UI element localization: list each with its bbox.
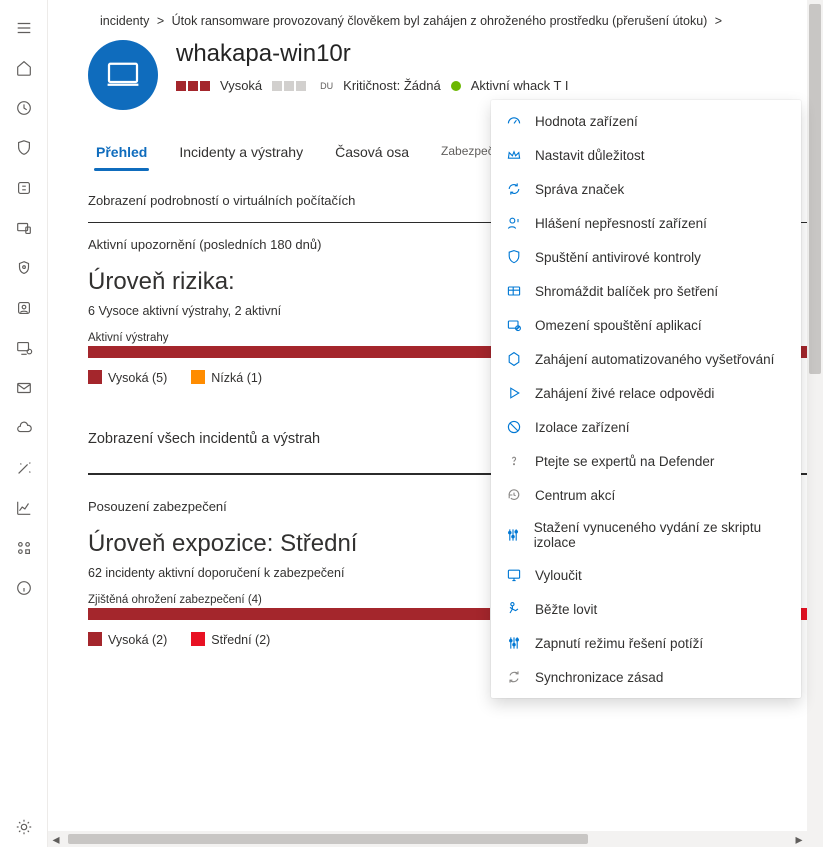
menu-item-label: Shromáždit balíček pro šetření [535, 284, 718, 299]
menu-item[interactable]: Spuštění antivirové kontroly [491, 240, 801, 274]
tab-incidents[interactable]: Incidenty a výstrahy [177, 136, 305, 170]
menu-item[interactable]: Zapnutí režimu řešení potíží [491, 626, 801, 660]
appblock-icon [505, 316, 523, 334]
isolate-icon [505, 418, 523, 436]
menu-item-label: Izolace zařízení [535, 420, 630, 435]
devices-icon[interactable] [0, 208, 48, 248]
sync-icon [505, 668, 523, 686]
menu-item-label: Správa značek [535, 182, 624, 197]
mail-icon[interactable] [0, 368, 48, 408]
menu-item-label: Hlášení nepřesností zařízení [535, 216, 707, 231]
wand-icon[interactable] [0, 448, 48, 488]
endpoint-icon[interactable] [0, 328, 48, 368]
clock-icon[interactable] [0, 88, 48, 128]
menu-item-label: Spuštění antivirové kontroly [535, 250, 701, 265]
menu-item-label: Stažení vynuceného vydání ze skriptu izo… [534, 520, 787, 550]
sliders-icon [505, 634, 523, 652]
menu-item[interactable]: Nastavit důležitost [491, 138, 801, 172]
risk-count: 6 [88, 304, 95, 318]
inventory-icon[interactable] [0, 168, 48, 208]
device-name: whakapa-win10r [176, 40, 351, 68]
run-icon [505, 600, 523, 618]
actions-menu: Hodnota zařízení Nastavit důležitost Správ… [491, 100, 801, 698]
menu-item[interactable]: Zahájení živé relace odpovědi [491, 376, 801, 410]
device-avatar [88, 40, 158, 110]
gear-icon[interactable] [0, 807, 48, 847]
menu-item[interactable]: Omezení spouštění aplikací [491, 308, 801, 342]
severity-indicator [176, 81, 210, 91]
severity-label: Vysoká [220, 78, 262, 93]
menu-item-label: Vyloučit [535, 568, 582, 583]
refresh-icon [505, 180, 523, 198]
vuln-legend-med: Střední (2) [211, 633, 270, 647]
menu-item-label: Zapnutí režimu řešení potíží [535, 636, 703, 651]
crown-icon [505, 146, 523, 164]
du-tag: DU [320, 81, 333, 91]
menu-item-label: Zahájení živé relace odpovědi [535, 386, 714, 401]
tab-timeline[interactable]: Časová osa [333, 136, 411, 170]
breadcrumb[interactable]: incidenty > Útok ransomware provozovaný … [88, 0, 823, 40]
menu-item[interactable]: Hlášení nepřesností zařízení [491, 206, 801, 240]
status-dot-icon [451, 81, 461, 91]
exposure-count: 62 [88, 566, 102, 580]
menu-item[interactable]: Ptejte se expertů na Defender [491, 444, 801, 478]
monitor-icon [505, 566, 523, 584]
menu-item[interactable]: Izolace zařízení [491, 410, 801, 444]
question-icon [505, 452, 523, 470]
criticality-indicator [272, 81, 306, 91]
legend-low: Nízká (1) [211, 371, 262, 385]
sliders-icon [505, 526, 522, 544]
menu-item-label: Nastavit důležitost [535, 148, 645, 163]
package-icon [505, 282, 523, 300]
menu-item[interactable]: Vyloučit [491, 558, 801, 592]
tab-overview[interactable]: Přehled [94, 136, 149, 170]
menu-item[interactable]: Stažení vynuceného vydání ze skriptu izo… [491, 512, 801, 558]
menu-item[interactable]: Centrum akcí [491, 478, 801, 512]
menu-item[interactable]: Synchronizace zásad [491, 660, 801, 694]
risk-count-text: Vysoce aktivní výstrahy, 2 aktivní [98, 304, 281, 318]
criticality-label: Kritičnost: Žádná [343, 78, 441, 93]
shield2-icon[interactable] [0, 248, 48, 288]
menu-item-label: Centrum akcí [535, 488, 615, 503]
play-icon [505, 384, 523, 402]
cloud-icon[interactable] [0, 408, 48, 448]
menu-item-label: Ptejte se expertů na Defender [535, 454, 714, 469]
menu-item[interactable]: Hodnota zařízení [491, 104, 801, 138]
home-icon[interactable] [0, 48, 48, 88]
shield-icon[interactable] [0, 128, 48, 168]
menu-item[interactable]: Zahájení automatizovaného vyšetřování [491, 342, 801, 376]
user-icon[interactable] [0, 288, 48, 328]
menu-item-label: Hodnota zařízení [535, 114, 638, 129]
vuln-legend-high: Vysoká (2) [108, 633, 167, 647]
active-status: Aktivní whack T I [471, 78, 569, 93]
apps-icon[interactable] [0, 528, 48, 568]
info-icon[interactable] [0, 568, 48, 608]
menu-item-label: Zahájení automatizovaného vyšetřování [535, 352, 774, 367]
gauge-icon [505, 112, 523, 130]
menu-item-label: Omezení spouštění aplikací [535, 318, 702, 333]
vertical-scrollbar[interactable] [807, 0, 823, 847]
menu-item[interactable]: Správa značek [491, 172, 801, 206]
horizontal-scrollbar[interactable]: ◂ ▸ [48, 831, 807, 847]
exposure-count-text: incidenty aktivní doporučení k zabezpeče… [105, 566, 344, 580]
shield-icon [505, 248, 523, 266]
hex-icon [505, 350, 523, 368]
menu-item-label: Běžte lovit [535, 602, 597, 617]
left-nav [0, 0, 48, 847]
hamburger-icon[interactable] [0, 8, 48, 48]
menu-item-label: Synchronizace zásad [535, 670, 663, 685]
person-alert-icon [505, 214, 523, 232]
history-icon [505, 486, 523, 504]
chart-icon[interactable] [0, 488, 48, 528]
legend-high: Vysoká (5) [108, 371, 167, 385]
menu-item[interactable]: Shromáždit balíček pro šetření [491, 274, 801, 308]
menu-item[interactable]: Běžte lovit [491, 592, 801, 626]
